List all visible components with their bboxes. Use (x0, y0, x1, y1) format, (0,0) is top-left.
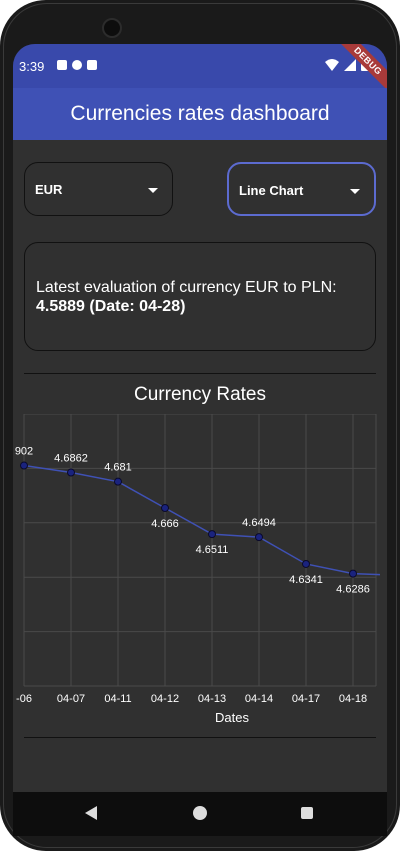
data-point[interactable] (114, 477, 122, 486)
x-tick-label: 04-18 (339, 693, 367, 705)
latest-rate-value: 4.5889 (Date: 04-28) (36, 298, 186, 315)
currency-dropdown-value: EUR (35, 182, 63, 197)
notification-icons (57, 60, 97, 70)
latest-rate-card: Latest evaluation of currency EUR to PLN… (24, 242, 376, 351)
sim-card-icon (87, 60, 97, 70)
wifi-icon (325, 58, 339, 71)
chevron-down-icon (148, 188, 158, 193)
app-notification-icon (57, 60, 67, 70)
play-notification-icon (72, 60, 82, 70)
page-title: Currencies rates dashboard (70, 102, 330, 125)
data-label: 4.6341 (289, 574, 323, 586)
x-tick-label: 04-17 (292, 693, 320, 705)
x-axis-label: Dates (215, 710, 249, 725)
currency-line-chart: 902 4.6862 4.681 4.666 4.6511 4.6494 4.6341 4.6… (15, 414, 381, 725)
x-tick-label: 04-12 (151, 693, 179, 705)
back-icon[interactable] (85, 806, 97, 820)
data-point[interactable] (349, 569, 357, 578)
status-bar: 3:39 DEBUG (13, 44, 387, 98)
app-screen: 3:39 DEBUG Currencies rates dashboard EU… (13, 44, 387, 824)
divider-top (24, 373, 376, 374)
data-label: 4.6511 (196, 544, 229, 556)
chevron-down-icon (350, 189, 360, 194)
data-label: 4.681 (104, 462, 132, 474)
recent-apps-icon[interactable] (301, 807, 313, 819)
chart-type-dropdown-value: Line Chart (239, 183, 304, 198)
divider-bottom (24, 737, 376, 738)
front-camera (102, 18, 122, 38)
data-label: 4.6862 (54, 453, 88, 465)
currency-dropdown[interactable]: EUR (24, 162, 173, 216)
data-point[interactable] (67, 468, 75, 477)
chart-title: Currency Rates (134, 384, 266, 405)
signal-icon (344, 58, 356, 71)
data-label: 4.6286 (336, 584, 370, 596)
x-tick-label: 04-13 (198, 693, 226, 705)
app-bar: Currencies rates dashboard (13, 88, 387, 140)
x-tick-label: -06 (16, 693, 32, 705)
data-point[interactable] (20, 461, 28, 470)
data-label: 4.666 (151, 518, 179, 530)
phone-frame: 3:39 DEBUG Currencies rates dashboard EU… (0, 0, 400, 851)
data-point[interactable] (161, 503, 169, 512)
data-label: 4.6494 (242, 517, 276, 529)
home-icon[interactable] (193, 806, 207, 820)
chart-type-dropdown[interactable]: Line Chart (227, 162, 376, 216)
data-point[interactable] (255, 533, 263, 542)
data-point[interactable] (208, 530, 216, 539)
status-time: 3:39 (19, 59, 45, 74)
data-point[interactable] (302, 559, 310, 568)
data-label: 902 (15, 446, 33, 458)
x-tick-label: 04-11 (104, 693, 131, 705)
x-tick-label: 04-14 (245, 693, 273, 705)
x-tick-label: 04-07 (57, 693, 85, 705)
latest-rate-prefix: Latest evaluation of currency EUR to PLN… (36, 279, 337, 296)
navigation-bar (13, 792, 387, 836)
series-line (23, 464, 381, 576)
latest-rate-text: Latest evaluation of currency EUR to PLN… (36, 278, 366, 316)
